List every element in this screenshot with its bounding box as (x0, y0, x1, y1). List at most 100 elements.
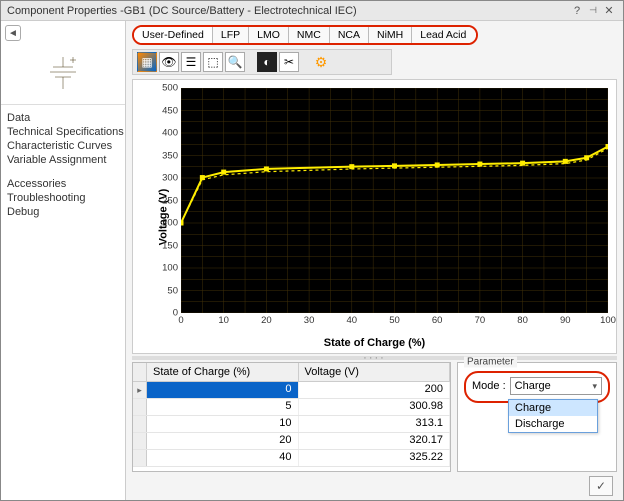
mode-label: Mode : (472, 380, 506, 392)
contrast-icon[interactable]: ◐ (257, 52, 277, 72)
column-header-soc[interactable]: State of Charge (%) (147, 363, 299, 381)
gear-icon[interactable]: ⚙ (311, 52, 331, 72)
cell-voltage[interactable]: 325.22 (299, 450, 451, 466)
mode-dropdown: Charge Discharge (508, 399, 598, 433)
data-table: State of Charge (%) Voltage (V) ▸0200530… (132, 362, 451, 472)
pin-icon[interactable]: ⊣ (585, 5, 601, 16)
img-icon[interactable]: ▦ (137, 52, 157, 72)
close-icon[interactable]: ✕ (601, 4, 617, 17)
parameter-panel: Parameter Mode : Charge ▾ Charge Dischar… (457, 362, 617, 472)
row-indicator: ▸ (133, 382, 147, 398)
xtick: 90 (560, 315, 571, 326)
table-row[interactable]: ▸0200 (133, 382, 450, 399)
table-header: State of Charge (%) Voltage (V) (133, 363, 450, 382)
xtick: 60 (432, 315, 443, 326)
row-indicator (133, 399, 147, 415)
table-row[interactable]: 40325.22 (133, 450, 450, 467)
bottom-panel: State of Charge (%) Voltage (V) ▸0200530… (132, 362, 617, 472)
table-row[interactable]: 5300.98 (133, 399, 450, 416)
ytick: 450 (162, 105, 178, 116)
row-header-blank (133, 363, 147, 381)
cell-soc[interactable]: 20 (147, 433, 299, 449)
ytick: 0 (173, 308, 178, 319)
sidebar: ◄ Data Technical Specifications Characte… (1, 21, 126, 500)
select-icon[interactable]: ⬚ (203, 52, 223, 72)
cell-soc[interactable]: 0 (147, 382, 299, 398)
ytick: 250 (162, 195, 178, 206)
battery-symbol-icon (40, 55, 86, 95)
mode-selected-value: Charge (515, 380, 551, 392)
cell-soc[interactable]: 10 (147, 416, 299, 432)
xtick: 70 (475, 315, 486, 326)
zoom-icon[interactable]: 🔍 (225, 52, 245, 72)
sidebar-item-accessories[interactable]: Accessories (7, 177, 119, 191)
sidebar-item-debug[interactable]: Debug (7, 205, 119, 219)
sidebar-item-data[interactable]: Data (7, 111, 119, 125)
row-indicator (133, 450, 147, 466)
table-row[interactable]: 10313.1 (133, 416, 450, 433)
help-icon[interactable]: ? (569, 5, 585, 17)
xtick: 20 (261, 315, 272, 326)
tab-user-defined[interactable]: User-Defined (134, 27, 213, 43)
xtick: 80 (517, 315, 528, 326)
tab-nmc[interactable]: NMC (289, 27, 330, 43)
ytick: 50 (167, 285, 178, 296)
tab-lfp[interactable]: LFP (213, 27, 249, 43)
xtick: 100 (600, 315, 616, 326)
parameter-title: Parameter (464, 357, 517, 368)
ytick: 350 (162, 150, 178, 161)
table-body[interactable]: ▸02005300.9810313.120320.1740325.22 (133, 382, 450, 471)
eye-icon[interactable]: 👁 (159, 52, 179, 72)
ytick: 100 (162, 263, 178, 274)
main-panel: User-Defined LFP LMO NMC NCA NiMH Lead A… (126, 21, 623, 500)
cell-voltage[interactable]: 313.1 (299, 416, 451, 432)
cell-voltage[interactable]: 320.17 (299, 433, 451, 449)
mode-option-discharge[interactable]: Discharge (509, 416, 597, 432)
cell-soc[interactable]: 40 (147, 450, 299, 466)
tab-nca[interactable]: NCA (330, 27, 369, 43)
chart-plot[interactable]: 0501001502002503003504004505000102030405… (181, 88, 608, 313)
ytick: 500 (162, 83, 178, 94)
cell-soc[interactable]: 5 (147, 399, 299, 415)
ytick: 150 (162, 240, 178, 251)
ytick: 400 (162, 128, 178, 139)
curve-tabs: User-Defined LFP LMO NMC NCA NiMH Lead A… (132, 25, 478, 45)
sidebar-item-characteristic-curves[interactable]: Characteristic Curves (7, 139, 119, 153)
xtick: 30 (304, 315, 315, 326)
chart-toolbar: ▦ 👁 ☰ ⬚ 🔍 ◐ ✂ ⚙ (132, 49, 392, 75)
row-indicator (133, 433, 147, 449)
list-icon[interactable]: ☰ (181, 52, 201, 72)
row-indicator (133, 416, 147, 432)
apply-button[interactable]: ✓ (589, 476, 613, 496)
chart-xlabel: State of Charge (%) (133, 337, 616, 349)
window: Component Properties -GB1 (DC Source/Bat… (0, 0, 624, 501)
window-title: Component Properties -GB1 (DC Source/Bat… (7, 5, 357, 17)
chevron-down-icon: ▾ (592, 381, 597, 392)
clip-icon[interactable]: ✂ (279, 52, 299, 72)
sidebar-nav: Data Technical Specifications Characteri… (1, 105, 125, 225)
cell-voltage[interactable]: 200 (299, 382, 451, 398)
sidebar-item-troubleshooting[interactable]: Troubleshooting (7, 191, 119, 205)
sidebar-item-variable-assignment[interactable]: Variable Assignment (7, 153, 119, 167)
column-header-voltage[interactable]: Voltage (V) (299, 363, 451, 381)
sidebar-item-tech-specs[interactable]: Technical Specifications (7, 125, 119, 139)
chart-area: Voltage (V) State of Charge (%) 05010015… (132, 79, 617, 354)
tab-lmo[interactable]: LMO (249, 27, 289, 43)
mode-group: Mode : Charge ▾ Charge Discharge (464, 371, 610, 403)
splitter[interactable] (132, 356, 617, 360)
cell-voltage[interactable]: 300.98 (299, 399, 451, 415)
component-symbol (1, 45, 125, 105)
back-button[interactable]: ◄ (5, 25, 21, 41)
footer: ✓ (589, 476, 613, 496)
ytick: 200 (162, 218, 178, 229)
tab-nimh[interactable]: NiMH (369, 27, 412, 43)
mode-combobox[interactable]: Charge ▾ (510, 377, 602, 395)
xtick: 0 (178, 315, 183, 326)
ytick: 300 (162, 173, 178, 184)
tab-lead-acid[interactable]: Lead Acid (412, 27, 476, 43)
xtick: 10 (218, 315, 229, 326)
mode-option-charge[interactable]: Charge (509, 400, 597, 416)
table-row[interactable]: 20320.17 (133, 433, 450, 450)
xtick: 50 (389, 315, 400, 326)
xtick: 40 (347, 315, 358, 326)
